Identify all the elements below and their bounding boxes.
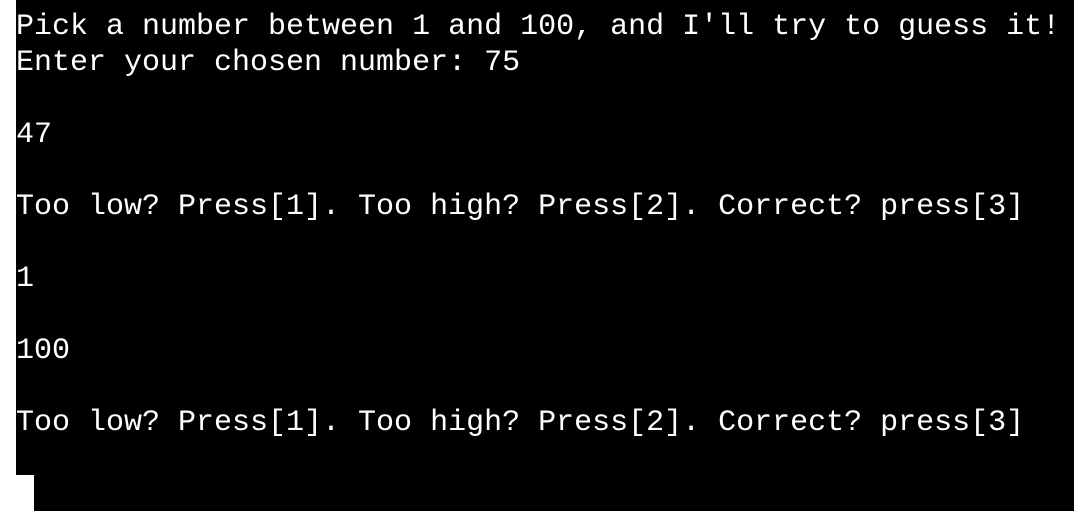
terminal-cursor: [16, 475, 34, 511]
terminal-line-guess: 100: [16, 334, 71, 368]
terminal-line-response: 1: [16, 262, 35, 296]
terminal-line-prompt: Pick a number between 1 and 100, and I'l…: [16, 10, 1061, 44]
terminal-line-input: Enter your chosen number: 75: [16, 46, 521, 80]
terminal-line-instructions: Too low? Press[1]. Too high? Press[2]. C…: [16, 190, 1025, 224]
terminal-line-instructions: Too low? Press[1]. Too high? Press[2]. C…: [16, 406, 1025, 440]
terminal-window[interactable]: Pick a number between 1 and 100, and I'l…: [16, 0, 1074, 511]
terminal-line-guess: 47: [16, 118, 53, 152]
terminal-output: Pick a number between 1 and 100, and I'l…: [16, 9, 1060, 441]
